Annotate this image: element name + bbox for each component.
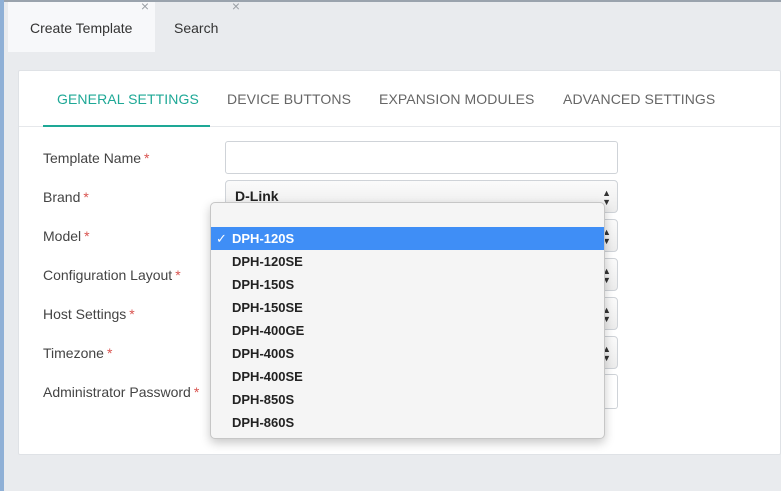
required-mark: * [83,189,89,205]
close-icon[interactable]: × [232,0,240,26]
tab-label: Create Template [30,20,133,36]
settings-tabs: GENERAL SETTINGS DEVICE BUTTONS EXPANSIO… [19,71,780,127]
required-mark: * [129,306,135,322]
dropdown-option[interactable]: DPH-850S [211,388,604,411]
dropdown-option[interactable]: DPH-400GE [211,319,604,342]
required-mark: * [84,228,90,244]
model-label: Model * [43,228,90,244]
label-text: Administrator Password [43,384,191,400]
template-name-label: Template Name * [43,150,150,166]
required-mark: * [106,345,113,361]
tab-expansion-modules[interactable]: EXPANSION MODULES [379,71,534,127]
administrator-password-label: Administrator Password * [43,384,199,400]
tab-search[interactable]: Search × [155,0,245,52]
template-name-input[interactable] [225,141,618,174]
dropdown-option[interactable]: DPH-400SE [211,365,604,388]
option-label: DPH-400SE [232,369,303,384]
tab-device-buttons[interactable]: DEVICE BUTTONS [227,71,351,127]
label-text: Configuration Layout [43,267,173,283]
tab-create-template[interactable]: Create Template × [8,0,155,52]
required-mark: * [193,384,200,400]
dropdown-option[interactable]: ✓ DPH-120S [211,227,604,250]
dropdown-option[interactable]: DPH-120SE [211,250,604,273]
label-text: Brand [43,189,81,205]
dropdown-option[interactable]: DPH-150S [211,273,604,296]
tab-bar: Create Template × Search × [4,0,781,52]
tab-general-settings[interactable]: GENERAL SETTINGS [43,71,210,127]
dropdown-option[interactable]: DPH-400S [211,342,604,365]
option-label: DPH-860S [232,415,295,430]
option-label: DPH-120S [232,231,295,246]
dropdown-option[interactable]: DPH-860S [211,411,604,434]
option-label: DPH-120SE [232,254,303,269]
required-mark: * [175,267,181,283]
dropdown-option[interactable]: DPH-150SE [211,296,604,319]
option-label: DPH-850S [232,392,295,407]
label-text: Timezone [43,345,104,361]
brand-label: Brand * [43,189,89,205]
option-label: DPH-400S [232,346,295,361]
model-dropdown-menu: ✓ DPH-120S DPH-120SE DPH-150S DPH-150SE … [210,202,605,439]
host-settings-label: Host Settings * [43,306,135,322]
option-label: DPH-400GE [232,323,305,338]
label-text: Model [43,228,82,244]
close-icon[interactable]: × [141,0,149,26]
label-text: Template Name [43,150,142,166]
option-label: DPH-150S [232,277,295,292]
tab-label: Search [174,20,219,36]
configuration-layout-label: Configuration Layout * [43,267,181,283]
timezone-label: Timezone * [43,345,112,361]
checkmark-icon: ✓ [216,231,227,246]
label-text: Host Settings [43,306,127,322]
tab-advanced-settings[interactable]: ADVANCED SETTINGS [563,71,715,127]
required-mark: * [144,150,150,166]
left-edge-strip [0,0,4,491]
option-label: DPH-150SE [232,300,303,315]
